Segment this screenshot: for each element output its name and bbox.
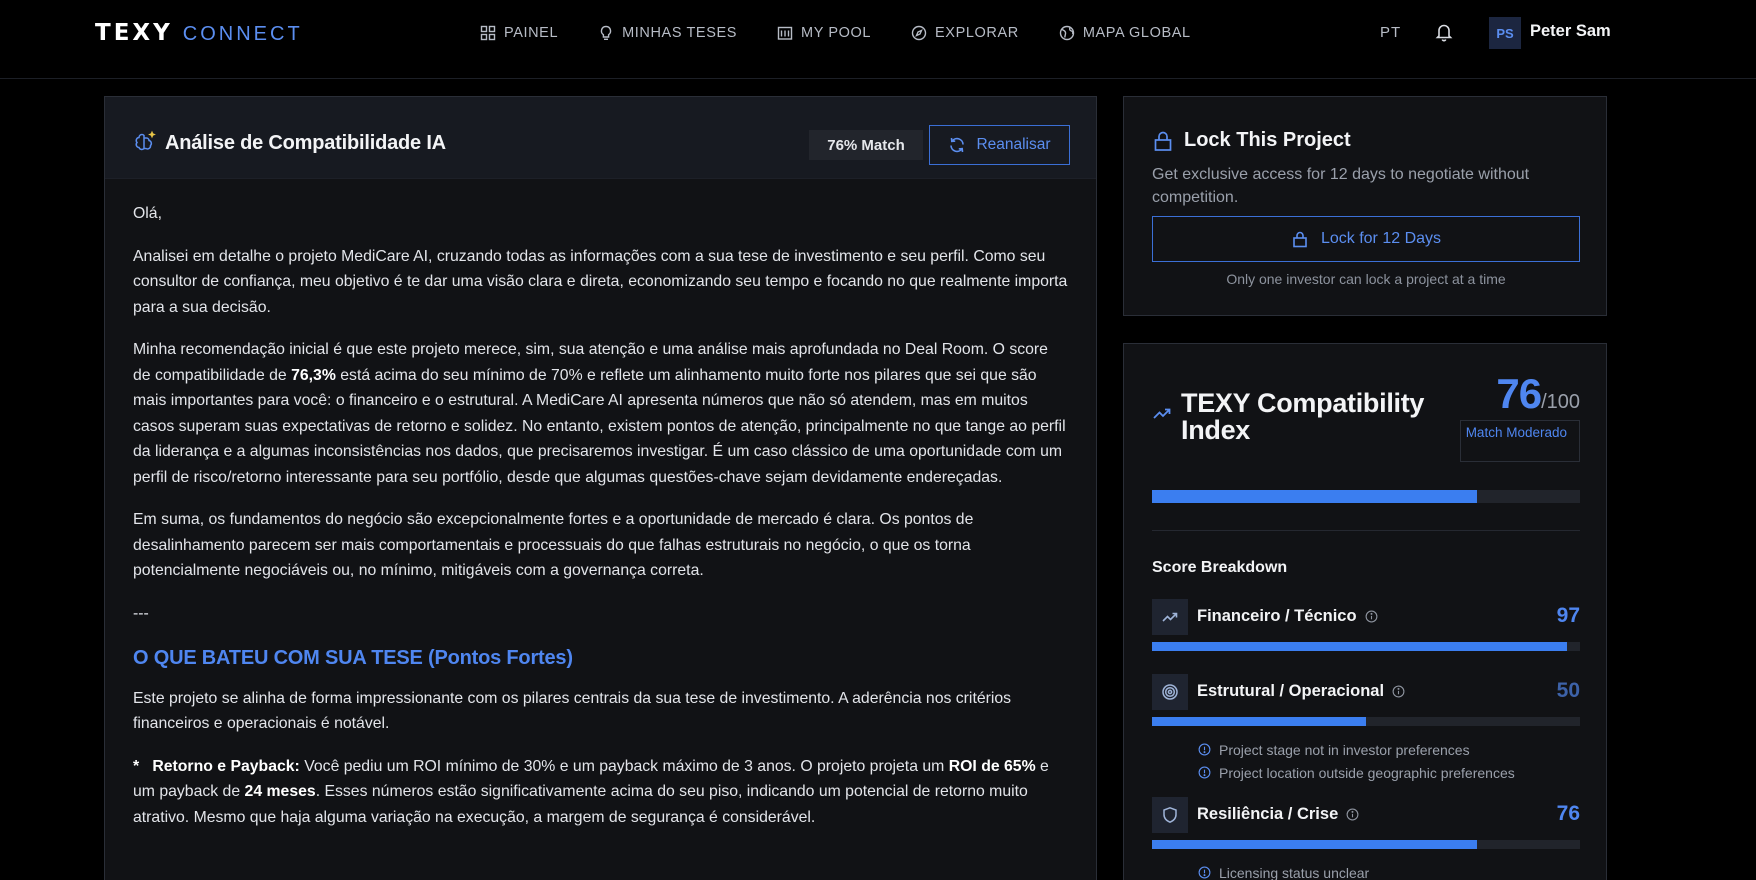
score-value: 76 (1556, 802, 1580, 825)
score-label: Estrutural / Operacional (1197, 682, 1405, 701)
paragraph: Em suma, os fundamentos do negócio são e… (133, 511, 974, 579)
score-item-estrutural: Estrutural / Operacional 50 Project stag… (1152, 674, 1580, 784)
score-note: Project location outside geographic pref… (1198, 761, 1580, 784)
score-item-resiliencia: Resiliência / Crise 76 Licensing status … (1152, 797, 1580, 880)
nav-item-painel[interactable]: PAINEL (480, 22, 558, 44)
index-title: TEXY Compatibility Index (1181, 388, 1425, 445)
avatar[interactable]: PS (1489, 17, 1521, 49)
logo[interactable]: TEXY CONNECT (95, 20, 303, 46)
lock-note: Only one investor can lock a project at … (1226, 271, 1506, 287)
compatibility-index-card: TEXY Compatibility Index 76/100 Match Mo… (1123, 343, 1607, 880)
nav-menu: PAINEL MINHAS TESES MY POOL EXPLORAR MAP… (480, 22, 1191, 44)
nav-item-label: MINHAS TESES (622, 25, 738, 41)
building-icon (777, 26, 793, 40)
info-icon (1198, 766, 1211, 779)
lock-button-label: Lock for 12 Days (1320, 230, 1442, 247)
lightbulb-icon (600, 25, 612, 41)
paragraph: Minha recomendação inicial é que este pr… (133, 341, 1066, 486)
score-progress-bar (1152, 717, 1580, 726)
lock-icon (1293, 231, 1307, 248)
nav-item-label: MAPA GLOBAL (1082, 25, 1191, 41)
bell-icon[interactable] (1435, 22, 1453, 42)
logo-main: TEXY (95, 20, 173, 46)
lock-title: Lock This Project (1152, 129, 1351, 152)
greeting: Olá, (133, 205, 162, 222)
score-value: 50 (1556, 679, 1580, 702)
globe-icon (1059, 25, 1075, 41)
top-nav: TEXY CONNECT PAINEL MINHAS TESES MY POOL… (0, 0, 1756, 79)
score-progress-bar (1152, 840, 1580, 849)
analysis-panel: Análise de Compatibilidade IA 76% Match … (104, 96, 1097, 880)
score-note: Licensing status unclear (1198, 861, 1580, 880)
nav-item-label: PAINEL (504, 25, 559, 41)
lock-project-card: Lock This Project Get exclusive access f… (1123, 96, 1607, 316)
score-note: Project stage not in investor preference… (1198, 738, 1580, 761)
info-icon[interactable] (1365, 610, 1378, 623)
shield-icon (1163, 807, 1177, 824)
target-icon (1162, 684, 1178, 700)
lock-icon (1154, 131, 1172, 151)
separator: --- (133, 604, 149, 622)
lock-button[interactable]: Lock for 12 Days (1152, 216, 1580, 262)
score-notes: Licensing status unclear (1152, 861, 1580, 880)
info-icon (1198, 743, 1211, 756)
info-icon (1198, 866, 1211, 879)
reanalyze-button[interactable]: Reanalisar (929, 125, 1070, 165)
analysis-header: Análise de Compatibilidade IA 76% Match … (105, 97, 1096, 179)
analysis-body: Olá, Analisei em detalhe o projeto MediC… (105, 179, 1096, 830)
breakdown-title: Score Breakdown (1152, 559, 1288, 576)
overall-progress-bar (1152, 490, 1580, 503)
score-value: 97 (1556, 604, 1580, 627)
nav-item-label: EXPLORAR (935, 25, 1019, 41)
match-level-badge: Match Moderado (1460, 420, 1580, 462)
nav-item-mapa-global[interactable]: MAPA GLOBAL (1059, 22, 1191, 44)
score-notes: Project stage not in investor preference… (1152, 738, 1580, 784)
overall-progress-fill (1152, 490, 1478, 503)
info-icon[interactable] (1392, 685, 1405, 698)
logo-sub: CONNECT (182, 23, 303, 45)
section-heading: O QUE BATEU COM SUA TESE (Pontos Fortes) (133, 647, 573, 669)
info-icon[interactable] (1346, 808, 1359, 821)
bullet-item: * Retorno e Payback: Você pediu um ROI m… (133, 757, 1049, 826)
user-name[interactable]: Peter Sam (1530, 22, 1611, 41)
overall-score: 76/100 (1496, 370, 1580, 417)
paragraph: Analisei em detalhe o projeto MediCare A… (133, 247, 1068, 316)
lock-description: Get exclusive access for 12 days to nego… (1152, 166, 1530, 206)
compass-icon (911, 25, 927, 41)
paragraph: Este projeto se alinha de forma impressi… (133, 689, 1012, 733)
nav-item-my-pool[interactable]: MY POOL (777, 22, 871, 44)
score-progress-fill (1152, 642, 1568, 651)
refresh-icon (950, 137, 965, 153)
grid-icon (480, 25, 496, 41)
match-badge: 76% Match (809, 130, 923, 160)
brain-sparkle-icon (135, 130, 156, 151)
trend-up-icon (1162, 612, 1178, 622)
language-switch[interactable]: PT (1380, 24, 1401, 41)
score-progress-fill (1152, 717, 1366, 726)
reanalyze-label: Reanalisar (976, 136, 1051, 153)
divider (1152, 530, 1580, 531)
score-label: Resiliência / Crise (1197, 805, 1359, 824)
analysis-title: Análise de Compatibilidade IA (165, 132, 446, 154)
score-progress-bar (1152, 642, 1580, 651)
score-item-financeiro: Financeiro / Técnico 97 (1152, 599, 1580, 651)
nav-item-explorar[interactable]: EXPLORAR (911, 22, 1019, 44)
trend-up-icon (1153, 408, 1171, 419)
nav-item-label: MY POOL (801, 25, 872, 41)
nav-item-minhas-teses[interactable]: MINHAS TESES (598, 22, 737, 44)
score-progress-fill (1152, 840, 1478, 849)
score-label: Financeiro / Técnico (1197, 607, 1378, 626)
